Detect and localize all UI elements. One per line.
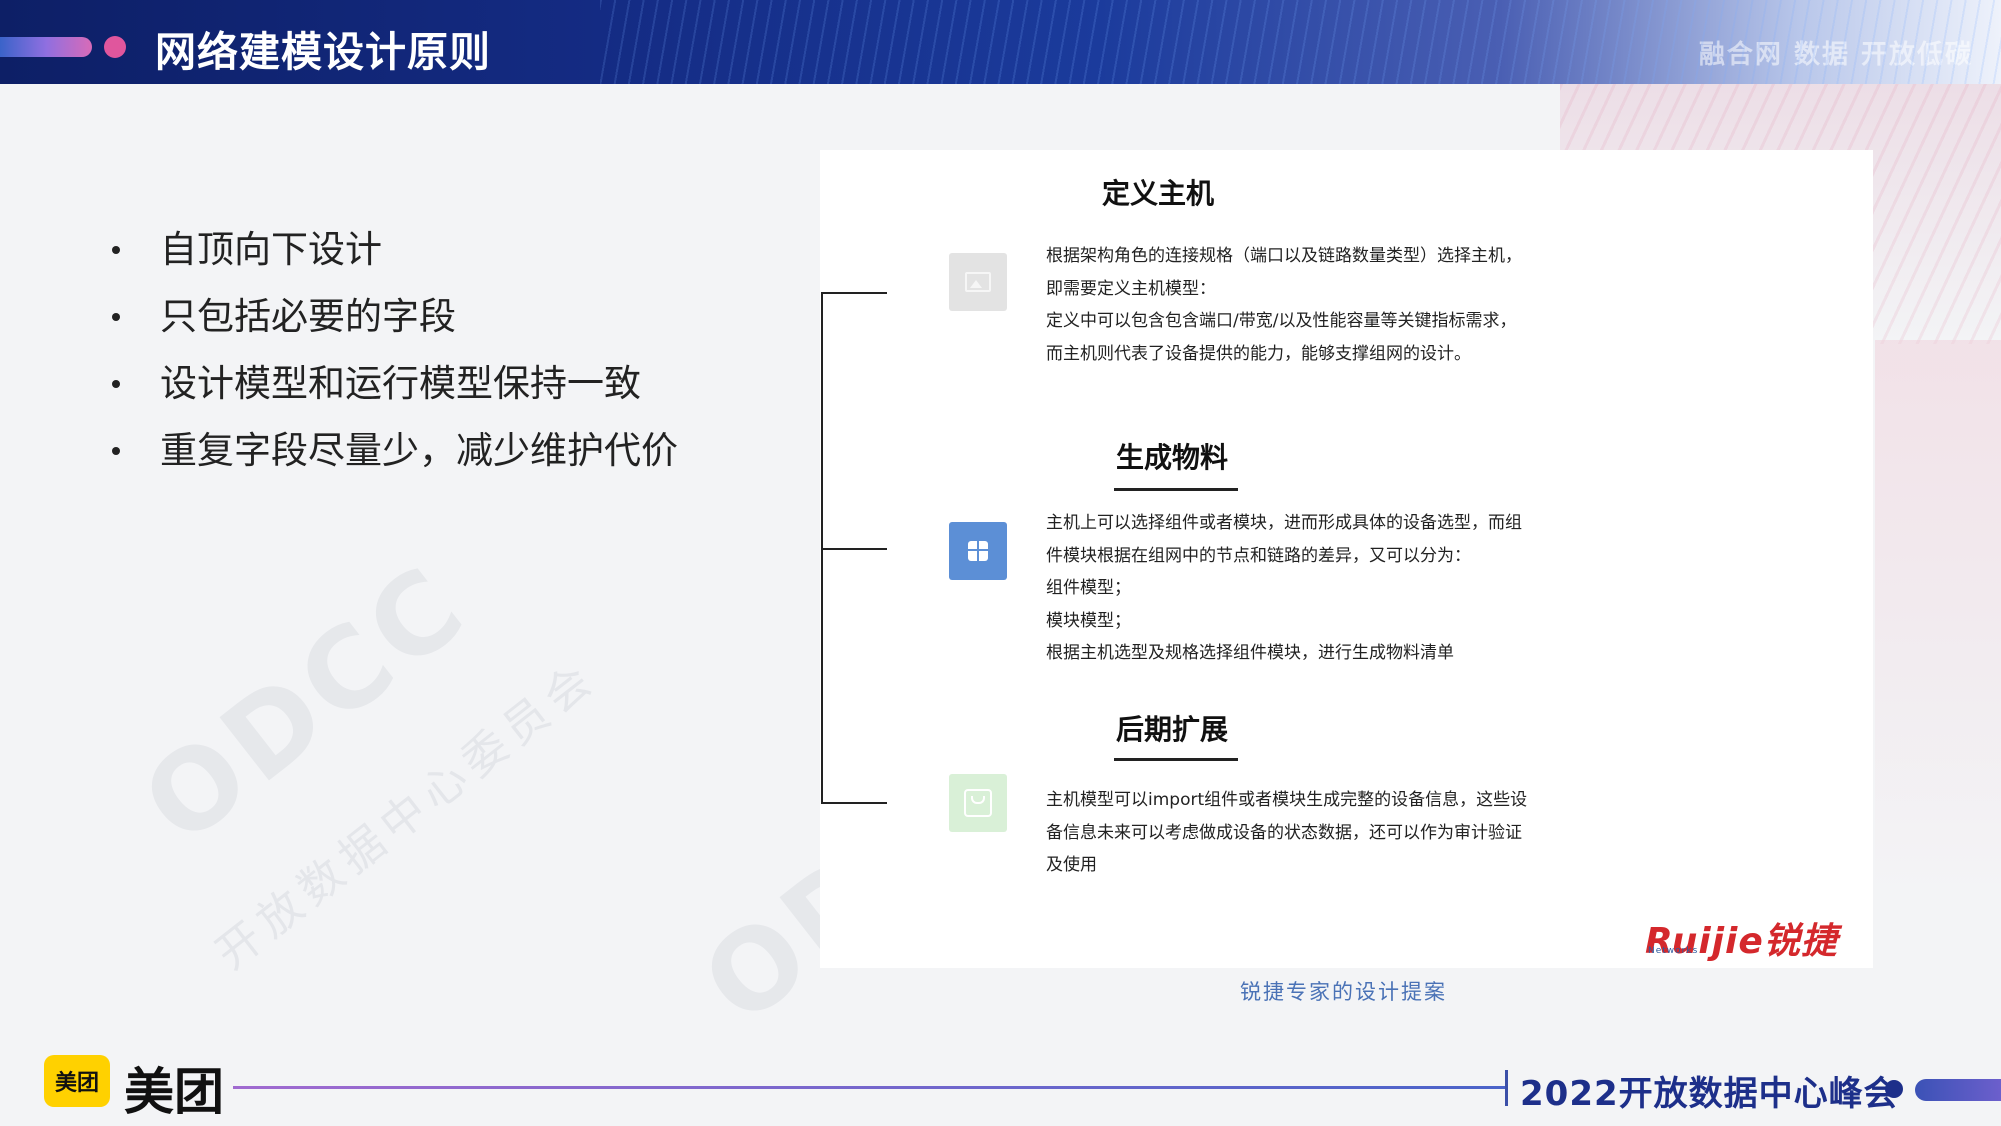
ruijie-logo: Ruijie锐捷 [1645, 921, 1838, 962]
section-underline [1114, 758, 1238, 761]
section-body-define-host: 根据架构角色的连接规格（端口以及链路数量类型）选择主机， 即需要定义主机模型： … [1046, 246, 1522, 364]
title-bar: 网络建模设计原则 融合网 数据 开放低碳 [0, 0, 2001, 84]
figure-caption: 锐捷专家的设计提案 [1240, 980, 1447, 1004]
footer-divider-tick [1505, 1070, 1508, 1106]
image-icon [949, 253, 1007, 311]
title-accent-dot [104, 36, 126, 58]
bag-icon [949, 774, 1007, 832]
bullet-item: 设计模型和运行模型保持一致 [112, 356, 678, 423]
bullet-item: 重复字段尽量少，减少维护代价 [112, 423, 678, 490]
section-title-define-host: 定义主机 [1102, 177, 1215, 210]
footer-event-name: 2022开放数据中心峰会 [1520, 1074, 1899, 1114]
bullet-item: 只包括必要的字段 [112, 289, 678, 356]
header-slogan: 融合网 数据 开放低碳 [1698, 40, 1973, 70]
decorative-side-strip [1875, 340, 2001, 900]
title-accent-bar [0, 37, 92, 57]
section-underline [1114, 488, 1238, 491]
bracket-branch [821, 548, 887, 550]
bullet-item: 自顶向下设计 [112, 222, 678, 289]
bracket-branch [821, 802, 887, 804]
box-icon [949, 522, 1007, 580]
bracket-branch [821, 292, 887, 294]
section-title-later-expansion: 后期扩展 [1116, 713, 1229, 746]
ruijie-logo-sub: Networks [1648, 946, 1699, 956]
footer-divider [233, 1086, 1505, 1089]
section-body-generate-materials: 主机上可以选择组件或者模块，进而形成具体的设备选型，而组 件模块根据在组网中的节… [1046, 513, 1522, 663]
slide-title: 网络建模设计原则 [155, 28, 491, 76]
meituan-logo-badge: 美团 [44, 1055, 110, 1107]
section-title-generate-materials: 生成物料 [1116, 441, 1229, 474]
meituan-logo-text: 美团 [124, 1063, 224, 1121]
footer-accent-dot [1885, 1080, 1903, 1098]
section-body-later-expansion: 主机模型可以import组件或者模块生成完整的设备信息，这些设 备信息未来可以考… [1046, 790, 1528, 875]
bullet-list: 自顶向下设计 只包括必要的字段 设计模型和运行模型保持一致 重复字段尽量少，减少… [112, 222, 678, 490]
footer-accent-bar [1915, 1079, 2001, 1101]
